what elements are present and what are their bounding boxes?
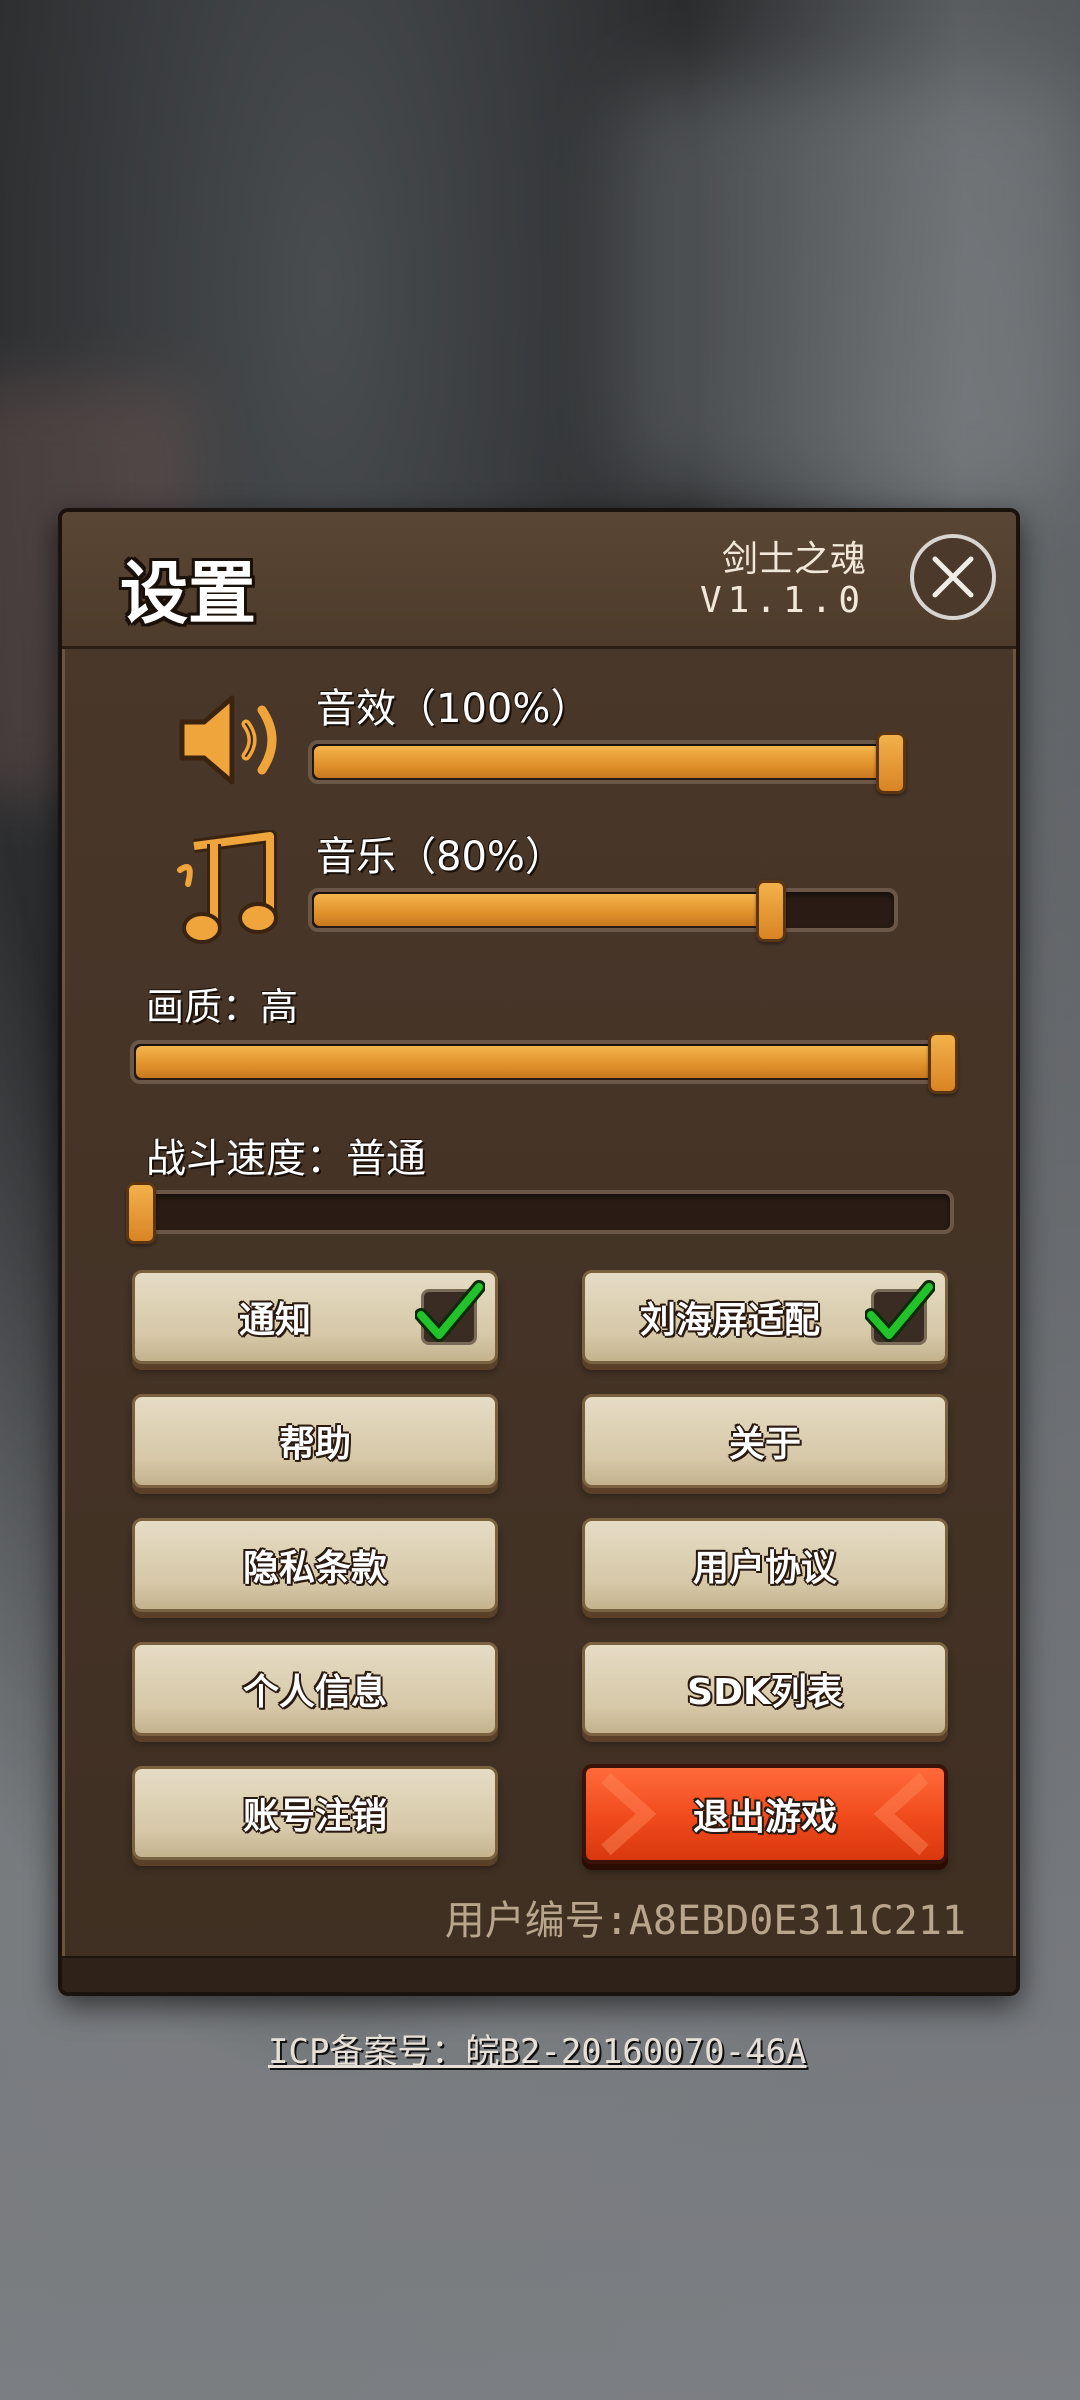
panel-footer [62,1956,1016,1992]
quality-label: 画质：高 [146,985,299,1029]
user-agreement-label: 用户协议 [692,1548,837,1589]
quality-slider[interactable] [130,1032,958,1094]
page-title: 设置 [120,555,257,634]
quality-slider-fill [136,1046,946,1078]
music-note-icon [177,830,278,944]
delete-account-button[interactable]: 账号注销 [132,1766,498,1860]
about-button[interactable]: 关于 [582,1394,948,1488]
sound-slider[interactable] [308,732,906,794]
sound-slider-fill [314,746,894,778]
quality-slider-handle[interactable] [928,1032,958,1094]
personal-info-button[interactable]: 个人信息 [132,1642,498,1736]
user-agreement-button[interactable]: 用户协议 [582,1518,948,1612]
game-name: 剑士之魂 [721,539,866,580]
help-label: 帮助 [278,1424,351,1465]
notify-toggle-button[interactable]: 通知 [132,1270,498,1364]
privacy-label: 隐私条款 [242,1548,387,1589]
icp-license-link[interactable]: ICP备案号：皖B2-20160070-46A [268,2024,806,2073]
music-slider[interactable] [308,880,898,942]
help-button[interactable]: 帮助 [132,1394,498,1488]
battle-speed-slider-handle[interactable] [126,1182,156,1244]
panel-header: 设置 剑士之魂 V1.1.0 [62,512,1016,649]
about-label: 关于 [728,1424,801,1465]
sdk-list-button[interactable]: SDK列表 [582,1642,948,1736]
sdk-list-label: SDK列表 [687,1672,843,1713]
notify-label: 通知 [238,1300,311,1341]
speaker-icon [179,695,277,785]
game-version: V1.1.0 [699,580,866,621]
battle-speed-slider[interactable] [126,1182,954,1244]
music-slider-handle[interactable] [756,880,787,942]
settings-panel: 设置 剑士之魂 V1.1.0 音效（100%） 音乐（80%） 画质：高 战斗速… [58,508,1020,1996]
close-icon [932,556,974,598]
close-button[interactable] [910,534,996,620]
quit-game-button[interactable]: 退出游戏 [582,1764,948,1864]
privacy-button[interactable]: 隐私条款 [132,1518,498,1612]
sound-label: 音效（100%） [316,686,591,732]
battle-speed-label: 战斗速度：普通 [146,1136,426,1182]
sound-slider-handle[interactable] [876,732,906,794]
delete-account-label: 账号注销 [242,1796,387,1837]
personal-info-label: 个人信息 [242,1672,387,1713]
checkmark-icon [865,1280,935,1342]
quit-game-label: 退出游戏 [692,1797,837,1838]
user-id: 用户编号:A8EBD0E311C211 [444,1898,966,1944]
background-blur [620,80,1080,500]
music-slider-fill [314,894,771,926]
notch-adapt-toggle-button[interactable]: 刘海屏适配 [582,1270,948,1364]
notch-label: 刘海屏适配 [639,1300,820,1341]
checkmark-icon [415,1280,485,1342]
music-label: 音乐（80%） [316,834,565,880]
